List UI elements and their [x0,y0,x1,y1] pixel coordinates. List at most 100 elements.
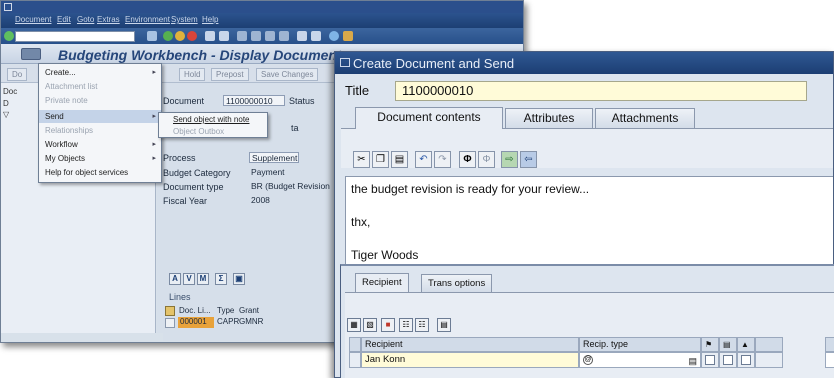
row-selector-header[interactable] [349,337,361,352]
dialog-system-icon[interactable] [340,58,350,67]
menu-item-label: Create... [45,68,76,77]
prepost-button[interactable]: Prepost [211,68,249,81]
toolbar-fragment-button[interactable]: Do [7,68,28,81]
shortcut-icon[interactable] [311,31,321,41]
system-menu-icon[interactable] [4,3,12,11]
lines-col-doc-line[interactable]: Doc. Li... [179,306,211,315]
confidential-checkbox[interactable] [741,355,751,365]
select-all-icon[interactable] [165,306,175,316]
first-page-icon[interactable] [237,31,247,41]
help-icon[interactable] [329,31,339,41]
lines-section: A V M Σ ▣ Lines Doc. Li... Type Grant 00… [163,269,363,341]
express-checkbox[interactable] [705,355,715,365]
find-icon[interactable]: Φ [459,151,476,168]
find-icon[interactable] [219,31,229,41]
col-express-icon[interactable]: ⚑ [701,337,719,352]
tree-fragment[interactable]: D [3,99,9,108]
menu-item-my-objects[interactable]: My Objects ▸ [39,152,161,165]
menu-document[interactable]: Document [15,15,51,24]
tab-recipient[interactable]: Recipient [355,273,409,292]
menu-item-help-object-services[interactable]: Help for object services [39,166,161,179]
col-confidential-icon[interactable]: ▲ [737,337,755,352]
menu-item-label: Send [45,112,64,121]
export-icon[interactable]: ⇦ [520,151,537,168]
distribution-list-icon[interactable]: ☷ [399,318,413,332]
menu-item-workflow[interactable]: Workflow ▸ [39,138,161,151]
menu-help[interactable]: Help [202,15,218,24]
col-recip-type[interactable]: Recip. type [579,337,701,352]
export-icon[interactable]: ▣ [233,273,245,285]
col-copy-icon[interactable]: ▤ [719,337,737,352]
delete-row-icon[interactable]: ■ [381,318,395,332]
menu-item-object-outbox: Object Outbox [173,127,225,136]
paste-icon[interactable]: ▤ [391,151,408,168]
menu-extras[interactable]: Extras [97,15,120,24]
tab-attributes[interactable]: Attributes [505,108,593,128]
recipient-name-cell[interactable]: Jan Konn [361,352,579,368]
details-icon[interactable]: A [169,273,181,285]
tab-trans-options[interactable]: Trans options [421,274,493,292]
copy-checkbox[interactable] [723,355,733,365]
previous-page-icon[interactable] [251,31,261,41]
confidential-cell [737,352,755,368]
copy-cell [719,352,737,368]
sum-icon[interactable]: Σ [215,273,227,285]
scrollbar-track[interactable] [825,352,834,368]
exit-icon[interactable] [175,31,185,41]
scroll-up-button[interactable] [825,337,834,352]
layout-icon[interactable] [343,31,353,41]
next-page-icon[interactable] [265,31,275,41]
cut-icon[interactable]: ✂ [353,151,370,168]
command-field[interactable] [15,31,135,42]
import-icon[interactable]: ⇨ [501,151,518,168]
print-icon[interactable] [205,31,215,41]
menu-goto[interactable]: Goto [77,15,94,24]
find-next-icon[interactable]: Φ [478,151,495,168]
row-selector[interactable] [349,352,361,368]
copy-icon[interactable]: ❐ [372,151,389,168]
cancel-icon[interactable] [187,31,197,41]
process-label: Process [163,153,196,163]
document-body-editor[interactable]: the budget revision is ready for your re… [345,176,833,276]
enter-check-icon[interactable] [4,31,14,41]
document-number-field: 1100000010 [223,95,285,106]
address-book-icon[interactable]: ☷ [415,318,429,332]
page-title: Budgeting Workbench - Display Document [58,47,342,63]
title-input[interactable]: 1100000010 [395,81,807,101]
hold-button[interactable]: Hold [179,68,206,81]
row-selector[interactable] [165,318,175,328]
menu-item-create[interactable]: Create... ▸ [39,66,161,79]
last-page-icon[interactable] [279,31,289,41]
save-changes-button[interactable]: Save Changes [256,68,319,81]
menu-item-send[interactable]: Send ▸ [39,110,161,123]
lines-col-grant[interactable]: Grant [239,306,259,315]
fiscal-year-label: Fiscal Year [163,196,208,206]
document-type-value: BR (Budget Revision [251,181,330,191]
save-icon[interactable] [147,31,157,41]
new-session-icon[interactable] [297,31,307,41]
add-row-icon[interactable]: ▦ [347,318,361,332]
find-icon[interactable]: M [197,273,209,285]
sap-standard-toolbar [1,28,523,44]
menu-environment[interactable]: Environment [125,15,170,24]
services-for-object-icon[interactable] [21,48,41,60]
details-icon[interactable]: ▧ [363,318,377,332]
value-help-icon[interactable]: ▤ [688,354,697,368]
menu-system[interactable]: System [171,15,198,24]
col-recipient[interactable]: Recipient [361,337,579,352]
lines-col-type[interactable]: Type [217,306,234,315]
budget-category-value: Payment [251,167,285,177]
tree-fragment[interactable]: Doc [3,87,17,96]
recip-type-cell[interactable]: @ ▤ [579,352,701,368]
tab-attachments[interactable]: Attachments [595,108,695,128]
tree-fragment[interactable]: ▽ [3,110,9,119]
print-icon[interactable]: ▤ [437,318,451,332]
tab-document-contents[interactable]: Document contents [355,107,503,129]
menu-edit[interactable]: Edit [57,15,71,24]
redo-icon[interactable]: ↷ [434,151,451,168]
back-icon[interactable] [163,31,173,41]
tab-fragment[interactable]: ta [291,123,299,133]
line-number-cell[interactable]: 000001 [178,317,214,328]
undo-icon[interactable]: ↶ [415,151,432,168]
filter-icon[interactable]: V [183,273,195,285]
